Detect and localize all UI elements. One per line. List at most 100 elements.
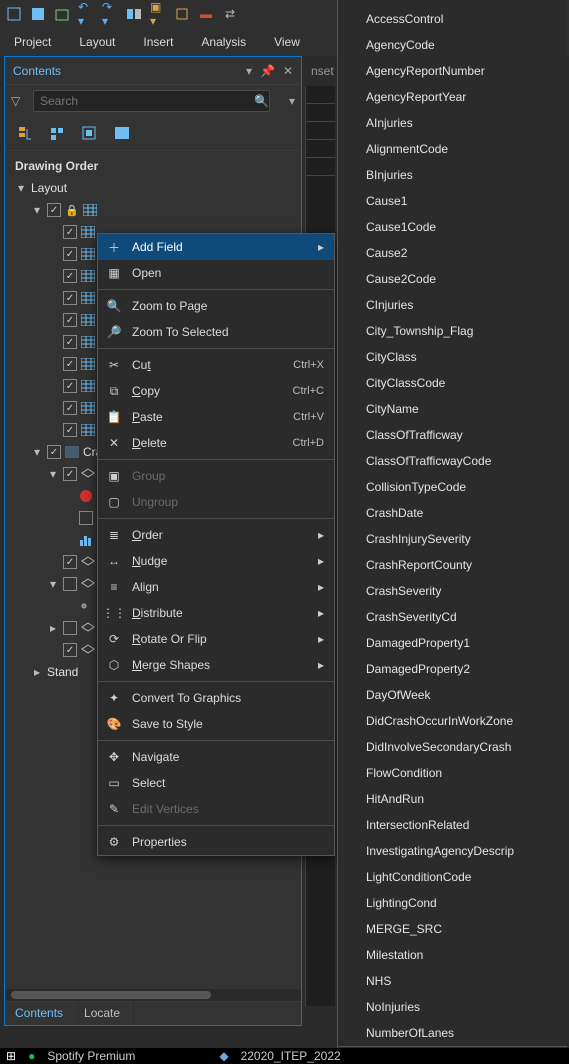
export-icon[interactable] <box>54 6 70 22</box>
field-AInjuries[interactable]: AInjuries <box>338 110 567 136</box>
field-MERGE_SRC[interactable]: MERGE_SRC <box>338 916 567 942</box>
compare-icon[interactable] <box>126 6 142 22</box>
tree-row[interactable]: ▾✓🔒 <box>9 199 301 221</box>
menu-layout[interactable]: Layout <box>79 35 115 49</box>
list-by-source-icon[interactable] <box>47 123 69 145</box>
start-icon[interactable]: ⊞ <box>6 1049 16 1063</box>
ctx-merge-shapes[interactable]: ⬡Merge Shapes▸ <box>98 652 334 678</box>
tab-locate[interactable]: Locate <box>74 1002 131 1025</box>
field-NHS[interactable]: NHS <box>338 968 567 994</box>
field-AlignmentCode[interactable]: AlignmentCode <box>338 136 567 162</box>
ctx-align[interactable]: ≡Align▸ <box>98 574 334 600</box>
checkbox[interactable]: ✓ <box>63 643 77 657</box>
checkbox[interactable]: ✓ <box>63 555 77 569</box>
field-CrashDate[interactable]: CrashDate <box>338 500 567 526</box>
field-CrashSeverity[interactable]: CrashSeverity <box>338 578 567 604</box>
checkbox[interactable]: ✓ <box>63 313 77 327</box>
field-CityName[interactable]: CityName <box>338 396 567 422</box>
new-project-icon[interactable] <box>6 6 22 22</box>
checkbox[interactable]: ✓ <box>63 225 77 239</box>
field-City_Township_Flag[interactable]: City_Township_Flag <box>338 318 567 344</box>
ctx-distribute[interactable]: ⋮⋮Distribute▸ <box>98 600 334 626</box>
expander-icon[interactable]: ▾ <box>31 445 43 459</box>
field-Cause1Code[interactable]: Cause1Code <box>338 214 567 240</box>
field-Cause2[interactable]: Cause2 <box>338 240 567 266</box>
field-Cause2Code[interactable]: Cause2Code <box>338 266 567 292</box>
bookmark-icon[interactable]: ▣ ▾ <box>150 6 166 22</box>
menu-view[interactable]: View <box>274 35 300 49</box>
field-AgencyReportNumber[interactable]: AgencyReportNumber <box>338 58 567 84</box>
tab-contents[interactable]: Contents <box>5 1002 74 1025</box>
search-dropdown-icon[interactable]: ▾ <box>289 94 295 108</box>
checkbox[interactable]: ✓ <box>63 467 77 481</box>
horizontal-scrollbar[interactable] <box>5 989 301 1001</box>
close-icon[interactable]: ✕ <box>283 64 293 78</box>
expander-icon[interactable]: ▾ <box>15 181 27 195</box>
ctx-cut[interactable]: ✂CutCtrl+X <box>98 352 334 378</box>
ctx-save-to-style[interactable]: 🎨Save to Style <box>98 711 334 737</box>
field-AgencyReportYear[interactable]: AgencyReportYear <box>338 84 567 110</box>
menu-project[interactable]: Project <box>14 35 51 49</box>
field-DidCrashOccurInWorkZone[interactable]: DidCrashOccurInWorkZone <box>338 708 567 734</box>
field-DamagedProperty1[interactable]: DamagedProperty1 <box>338 630 567 656</box>
spotify-icon[interactable]: ● <box>28 1049 35 1063</box>
list-by-selection-icon[interactable] <box>79 123 101 145</box>
taskbar-project[interactable]: 22020_ITEP_2022 <box>241 1049 341 1063</box>
field-ClassOfTrafficway[interactable]: ClassOfTrafficway <box>338 422 567 448</box>
field-IntersectionRelated[interactable]: IntersectionRelated <box>338 812 567 838</box>
field-CityClass[interactable]: CityClass <box>338 344 567 370</box>
field-CrashReportCounty[interactable]: CrashReportCounty <box>338 552 567 578</box>
ctx-delete[interactable]: ✕DeleteCtrl+D <box>98 430 334 456</box>
link-icon[interactable]: ⇄ <box>222 6 238 22</box>
field-ClassOfTrafficwayCode[interactable]: ClassOfTrafficwayCode <box>338 448 567 474</box>
search-input[interactable] <box>33 90 270 112</box>
expander-icon[interactable]: ▾ <box>47 467 59 481</box>
field-CInjuries[interactable]: CInjuries <box>338 292 567 318</box>
field-AccessControl[interactable]: AccessControl <box>338 6 567 32</box>
menu-insert[interactable]: Insert <box>143 35 173 49</box>
checkbox[interactable] <box>63 621 77 635</box>
checkbox[interactable]: ✓ <box>47 445 61 459</box>
ctx-select[interactable]: ▭Select <box>98 770 334 796</box>
field-BInjuries[interactable]: BInjuries <box>338 162 567 188</box>
field-CrashInjurySeverity[interactable]: CrashInjurySeverity <box>338 526 567 552</box>
checkbox[interactable]: ✓ <box>63 401 77 415</box>
field-DidInvolveSecondaryCrash[interactable]: DidInvolveSecondaryCrash <box>338 734 567 760</box>
field-Milestation[interactable]: Milestation <box>338 942 567 968</box>
ctx-paste[interactable]: 📋PasteCtrl+V <box>98 404 334 430</box>
expander-icon[interactable]: ▾ <box>31 203 43 217</box>
list-by-snapping-icon[interactable] <box>111 123 133 145</box>
field-NumberOfLanes[interactable]: NumberOfLanes <box>338 1020 567 1046</box>
field-NoInjuries[interactable]: NoInjuries <box>338 994 567 1020</box>
field-InvestigatingAgencyDescrip[interactable]: InvestigatingAgencyDescrip <box>338 838 567 864</box>
expander-icon[interactable]: ▾ <box>47 577 59 591</box>
tree-row[interactable]: ▾Layout <box>9 177 301 199</box>
expander-icon[interactable]: ▸ <box>47 621 59 635</box>
redo-icon[interactable]: ↷ ▾ <box>102 6 118 22</box>
field-FlowCondition[interactable]: FlowCondition <box>338 760 567 786</box>
search-icon[interactable]: 🔍 <box>254 94 269 108</box>
undo-icon[interactable]: ↶ ▾ <box>78 6 94 22</box>
menu-dropdown-icon[interactable]: ▾ <box>246 64 252 78</box>
ctx-open[interactable]: ▦Open <box>98 260 334 286</box>
field-CityClassCode[interactable]: CityClassCode <box>338 370 567 396</box>
checkbox[interactable]: ✓ <box>63 269 77 283</box>
checkbox[interactable]: ✓ <box>63 335 77 349</box>
field-AgencyCode[interactable]: AgencyCode <box>338 32 567 58</box>
toolbox-icon[interactable]: ▬ <box>198 6 214 22</box>
doc-tab[interactable]: nset <box>305 60 340 82</box>
checkbox[interactable] <box>63 577 77 591</box>
arcgis-task-icon[interactable]: ◆ <box>219 1049 228 1063</box>
ctx-navigate[interactable]: ✥Navigate <box>98 744 334 770</box>
checkbox[interactable]: ✓ <box>63 247 77 261</box>
field-Cause1[interactable]: Cause1 <box>338 188 567 214</box>
ctx-zoom-to-page[interactable]: 🔍Zoom to Page <box>98 293 334 319</box>
list-by-drawing-order-icon[interactable] <box>15 123 37 145</box>
field-HitAndRun[interactable]: HitAndRun <box>338 786 567 812</box>
ctx-zoom-to-selected[interactable]: 🔎Zoom To Selected <box>98 319 334 345</box>
pin-icon[interactable]: 📌 <box>260 64 275 78</box>
field-CrashSeverityCd[interactable]: CrashSeverityCd <box>338 604 567 630</box>
ctx-convert-to-graphics[interactable]: ✦Convert To Graphics <box>98 685 334 711</box>
checkbox[interactable]: ✓ <box>47 203 61 217</box>
ctx-nudge[interactable]: ↔Nudge▸ <box>98 548 334 574</box>
